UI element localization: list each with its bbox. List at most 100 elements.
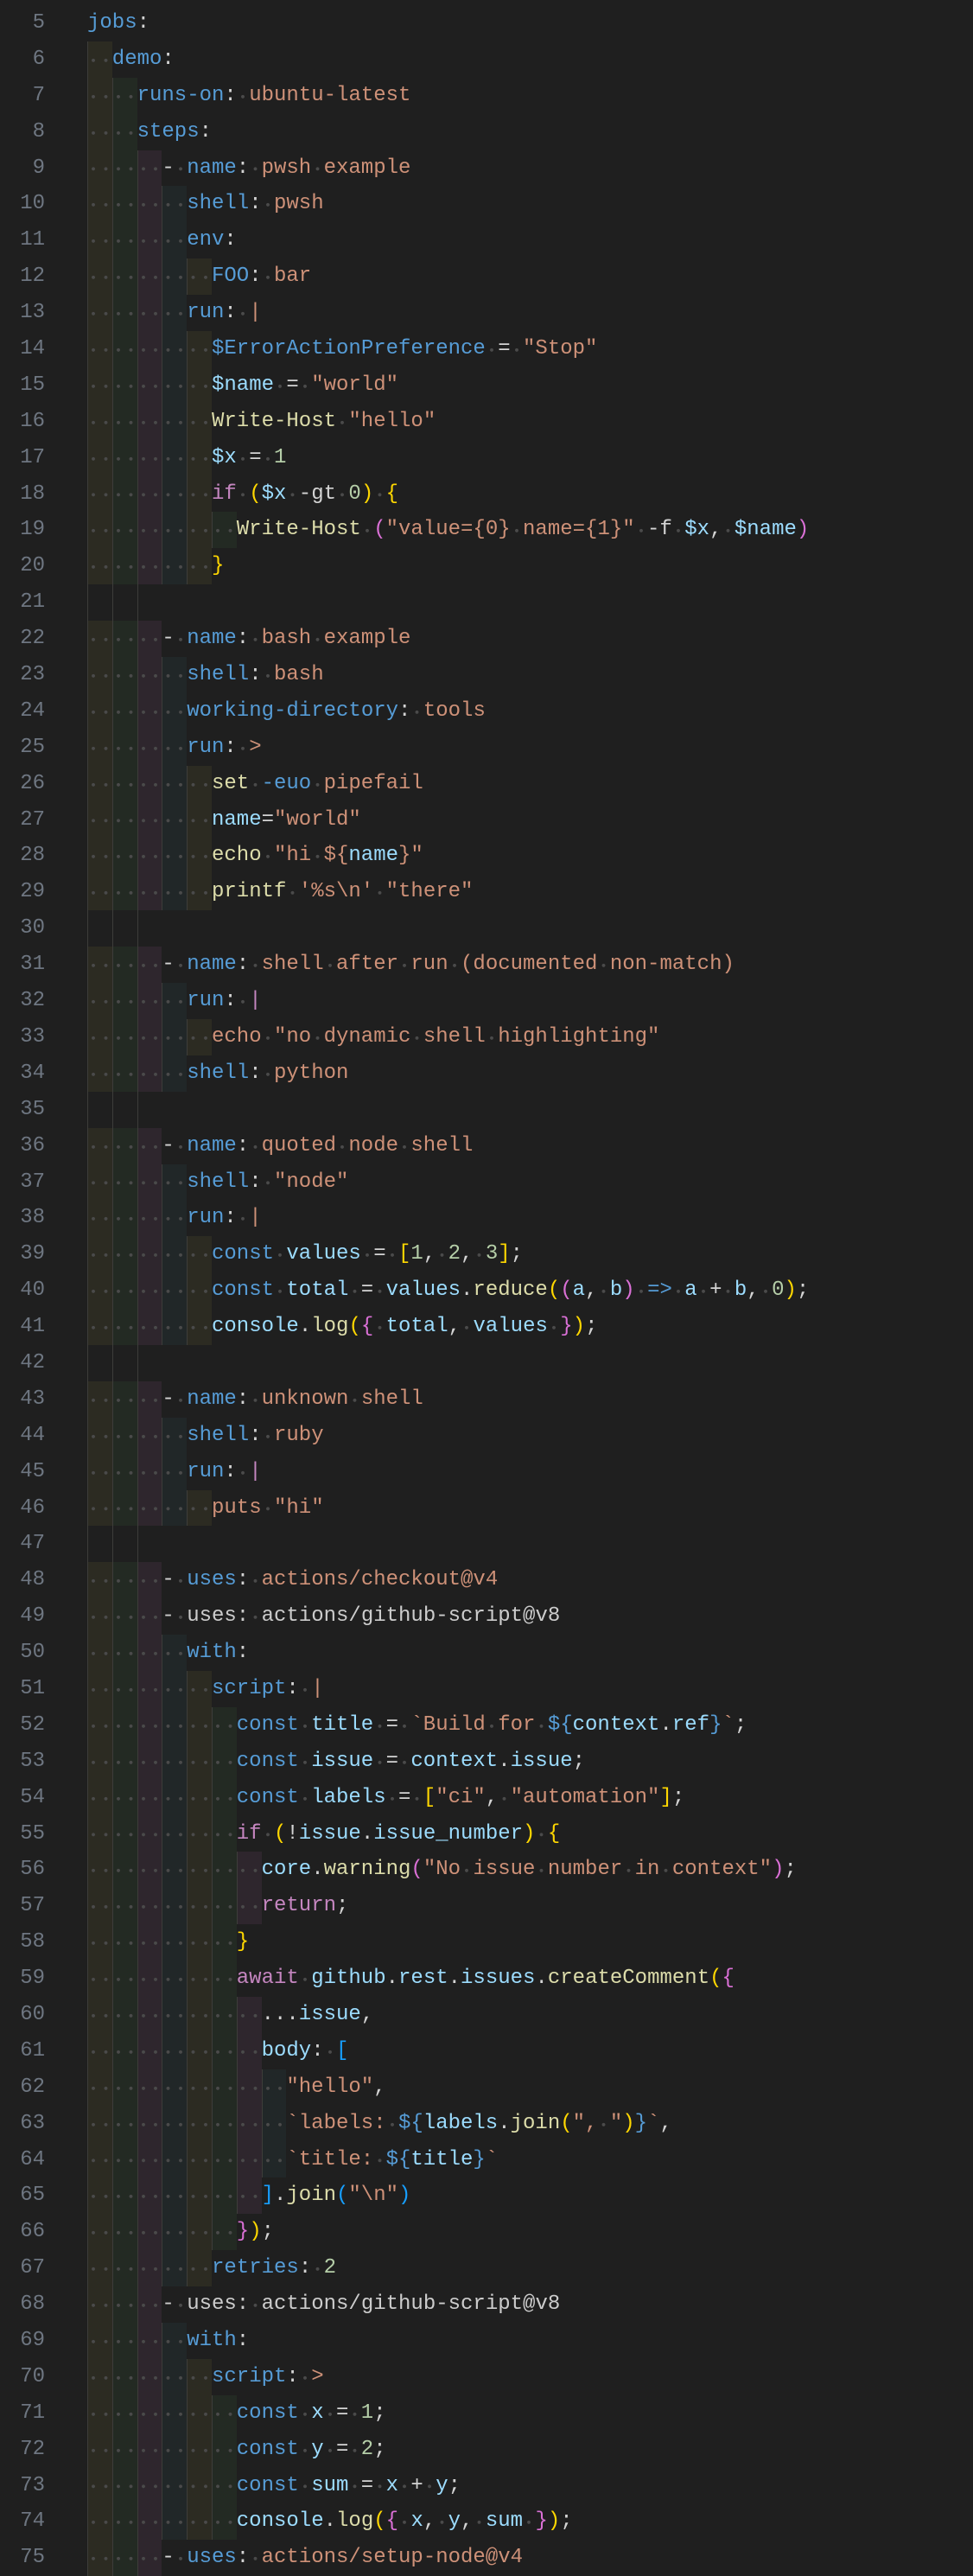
code-line[interactable]: 53 const issue = context. issue;	[0, 1743, 973, 1780]
code-line[interactable]: 50 with:	[0, 1635, 973, 1671]
whitespace-dot	[199, 2394, 212, 2432]
code-line[interactable]: 29 printf '%s\n' "there"	[0, 874, 973, 911]
code-line[interactable]: 71 const x = 1;	[0, 2394, 973, 2432]
code-line[interactable]: 74 console. log({ x, y, sum });	[0, 2503, 973, 2541]
indent-guide	[162, 1417, 188, 1454]
code-line[interactable]: 51 script: |	[0, 1670, 973, 1707]
code-line[interactable]: 67 retries: 2	[0, 2250, 973, 2287]
code-line[interactable]: 40 const total = values. reduce((a, b) =>…	[0, 1272, 973, 1310]
indent-guide	[137, 2032, 162, 2069]
code-line[interactable]: 17 $x = 1	[0, 439, 973, 476]
code-line[interactable]: 64 `title: ${title} `	[0, 2141, 973, 2178]
code-line[interactable]: 70 script: >	[0, 2358, 973, 2395]
code-line[interactable]: 8 steps:	[0, 113, 973, 150]
whitespace-dot	[187, 2467, 200, 2504]
code-line[interactable]: 75 - uses: actions/setup-node@v4	[0, 2540, 973, 2576]
indent-guide	[211, 2214, 237, 2251]
code-line[interactable]: 15 $name = "world"	[0, 367, 973, 404]
whitespace-dot	[249, 1996, 262, 2033]
code-line[interactable]: 19 Write-Host ("value={0} name={1}" -f $…	[0, 512, 973, 549]
code-line[interactable]: 31 - name: shell after run (documented n…	[0, 947, 973, 984]
code-line[interactable]: 23 shell: bash	[0, 657, 973, 693]
code-line[interactable]: 12 FOO: bar	[0, 258, 973, 296]
code-line[interactable]: 6 demo:	[0, 41, 973, 78]
whitespace-dot	[348, 2394, 361, 2432]
whitespace-dot	[99, 2105, 112, 2142]
code-token: ;	[448, 2473, 461, 2497]
code-line[interactable]: 49 - uses: actions/github-script@v8	[0, 1598, 973, 1636]
code-line[interactable]: 35	[0, 1092, 973, 1128]
code-line[interactable]: 54 const labels = ["ci", "automation"];	[0, 1779, 973, 1816]
code-line[interactable]: 25 run: >	[0, 729, 973, 766]
code-line[interactable]: 52 const title = `Build for ${context. re…	[0, 1706, 973, 1744]
code-line[interactable]: 33 echo "no dynamic shell highlighting"	[0, 1018, 973, 1055]
code-line[interactable]: 21	[0, 584, 973, 621]
whitespace-dot	[174, 403, 188, 440]
whitespace-dot	[224, 2069, 237, 2106]
code-line[interactable]: 30	[0, 910, 973, 947]
code-line[interactable]: 62 "hello",	[0, 2069, 973, 2106]
code-token: :	[236, 953, 250, 977]
code-line[interactable]: 44 shell: ruby	[0, 1417, 973, 1454]
whitespace-dot	[174, 2069, 188, 2106]
code-line[interactable]: 57 return;	[0, 1888, 973, 1925]
code-token: ;	[585, 1315, 598, 1339]
code-line[interactable]: 7 runs-on: ubuntu-latest	[0, 77, 973, 114]
code-line[interactable]: 41 console. log({ total, values });	[0, 1309, 973, 1345]
code-line[interactable]: 43 - name: unknown shell	[0, 1380, 973, 1418]
code-editor[interactable]: 5 jobs:6 demo:7 runs-on: ubuntu-latest 8 s…	[0, 5, 973, 2576]
code-line[interactable]: 37 shell: "node"	[0, 1164, 973, 1201]
code-line[interactable]: 69 with:	[0, 2323, 973, 2359]
code-line[interactable]: 5 jobs:	[0, 5, 973, 41]
code-line[interactable]: 36 - name: quoted node shell	[0, 1127, 973, 1164]
code-line[interactable]: 68 - uses: actions/github-script@v8	[0, 2286, 973, 2323]
code-line[interactable]: 42	[0, 1345, 973, 1381]
code-line[interactable]: 61 body: [	[0, 2032, 973, 2069]
whitespace-dot	[323, 947, 336, 984]
code-line[interactable]: 14 $ErrorActionPreference = "Stop"	[0, 331, 973, 367]
indent-guide	[236, 1996, 262, 2033]
code-token: )	[772, 1858, 785, 1882]
whitespace-dot	[261, 1164, 274, 1201]
code-line[interactable]: 38 run: |	[0, 1200, 973, 1237]
whitespace-dot	[99, 1018, 112, 1055]
code-line[interactable]: 39 const values = [1, 2, 3];	[0, 1236, 973, 1273]
whitespace-dot	[137, 475, 149, 513]
code-line[interactable]: 58 }	[0, 1924, 973, 1961]
code-line[interactable]: 16 Write-Host "hello"	[0, 403, 973, 440]
code-line[interactable]: 10 shell: pwsh	[0, 186, 973, 223]
code-token: a	[572, 1278, 586, 1303]
code-line[interactable]: 47	[0, 1526, 973, 1562]
code-line[interactable]: 22 - name: bash example	[0, 621, 973, 658]
code-line[interactable]: 34 shell: python	[0, 1055, 973, 1092]
code-line[interactable]: 13 run: |	[0, 295, 973, 332]
code-line[interactable]: 46 puts "hi"	[0, 1489, 973, 1527]
code-line[interactable]: 24 working-directory: tools	[0, 692, 973, 730]
line-content: run: |	[87, 1200, 262, 1237]
code-line[interactable]: 48 - uses: actions/checkout@v4	[0, 1562, 973, 1599]
code-token: console	[236, 2509, 324, 2534]
code-line[interactable]: 66 });	[0, 2214, 973, 2251]
code-line[interactable]: 20 }	[0, 548, 973, 585]
line-content: jobs:	[87, 5, 149, 41]
code-line[interactable]: 28 echo "hi ${name}"	[0, 838, 973, 875]
whitespace-dot	[348, 1272, 361, 1310]
code-line[interactable]: 63 `labels: ${labels. join(", ")} `,	[0, 2105, 973, 2142]
code-line[interactable]: 45 run: |	[0, 1453, 973, 1490]
indent-guide	[162, 1852, 188, 1889]
code-line[interactable]: 27 name = "world"	[0, 801, 973, 838]
line-content	[87, 910, 162, 947]
code-line[interactable]: 55 if (! issue. issue_number) {	[0, 1815, 973, 1852]
code-line[interactable]: 56 core. warning("No issue number in cont…	[0, 1852, 973, 1889]
code-line[interactable]: 65 ]. join("\n")	[0, 2177, 973, 2215]
code-line[interactable]: 72 const y = 2;	[0, 2431, 973, 2468]
code-line[interactable]: 73 const sum = x + y;	[0, 2467, 973, 2504]
code-line[interactable]: 59 await github. rest. issues. createCommen…	[0, 1961, 973, 1997]
code-line[interactable]: 9 - name: pwsh example	[0, 150, 973, 187]
code-line[interactable]: 32 run: |	[0, 983, 973, 1019]
code-line[interactable]: 60 ... issue,	[0, 1996, 973, 2033]
code-line[interactable]: 18 if ($x -gt 0) {	[0, 475, 973, 513]
whitespace-dot	[124, 1489, 137, 1527]
code-line[interactable]: 11 env:	[0, 222, 973, 259]
code-line[interactable]: 26 set -euo pipefail	[0, 765, 973, 802]
